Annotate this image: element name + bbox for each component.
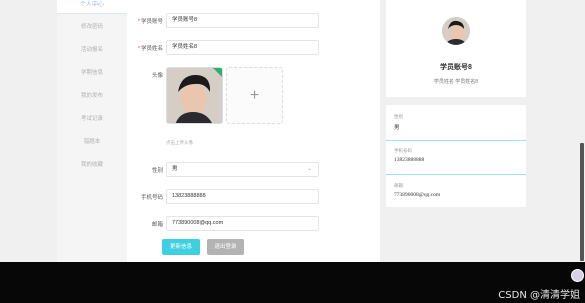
tray-icon[interactable]: [571, 269, 584, 282]
email-label: 邮箱: [151, 222, 163, 228]
info-phone-value: 13823888888: [394, 157, 425, 163]
profile-subtitle: 学员姓名 学员姓名8: [433, 79, 479, 85]
account-label: *学员账号: [137, 19, 163, 25]
gender-value: 男: [172, 166, 178, 172]
avatar-label: 头像: [151, 73, 163, 79]
avatar-photo: [442, 17, 470, 45]
page: 个人中心 修改密码 活动报名 学期信息 我的发布 考试记录 错题本 我的收藏 *…: [0, 0, 585, 262]
gender-label: 性别: [151, 168, 163, 174]
name-input[interactable]: 学员姓名8: [166, 40, 319, 55]
profile-name: 学员账号8: [440, 64, 472, 71]
upload-tip: 点击上传头像: [166, 140, 193, 145]
avatar-image[interactable]: [166, 67, 223, 124]
phone-input[interactable]: 13823888888: [166, 189, 319, 204]
profile-info-card: 性别 男 手机号码 13823888888 邮箱 773890008@qq.co…: [386, 105, 526, 207]
sidebar-item-my-favorites[interactable]: 我的收藏: [57, 160, 127, 168]
sidebar-item-wrong-questions[interactable]: 错题本: [57, 137, 127, 145]
info-email-value: 773890008@qq.com: [394, 192, 441, 198]
info-gender-label: 性别: [394, 114, 403, 119]
required-mark: *: [137, 19, 140, 25]
update-info-button[interactable]: 更新信息: [162, 239, 200, 255]
chevron-down-icon: ⌄: [306, 166, 312, 172]
email-input[interactable]: 773890008@qq.com: [166, 216, 319, 231]
sidebar-item-my-posts[interactable]: 我的发布: [57, 91, 127, 99]
info-phone: 手机号码 13823888888: [386, 148, 526, 163]
required-mark: *: [137, 46, 140, 52]
watermark: CSDN @清清学姐: [498, 290, 580, 301]
profile-card: 学员账号8 学员姓名 学员姓名8: [386, 0, 526, 97]
info-gender: 性别 男: [386, 114, 526, 131]
sidebar-item-personal-center[interactable]: 个人中心: [57, 0, 127, 14]
account-input[interactable]: 学员账号8: [166, 13, 319, 28]
profile-avatar: [442, 17, 470, 45]
divider: [386, 174, 526, 175]
phone-label: 手机号码: [140, 195, 163, 201]
info-gender-value: 男: [394, 125, 400, 131]
plus-icon: +: [249, 86, 260, 104]
name-label: *学员姓名: [137, 46, 163, 52]
sidebar: 个人中心 修改密码 活动报名 学期信息 我的发布 考试记录 错题本 我的收藏: [57, 0, 127, 262]
sidebar-item-activity-signup[interactable]: 活动报名: [57, 45, 127, 53]
sidebar-item-exam-records[interactable]: 考试记录: [57, 114, 127, 122]
sidebar-item-semester-info[interactable]: 学期信息: [57, 68, 127, 76]
info-email: 邮箱 773890008@qq.com: [386, 183, 526, 198]
gender-select[interactable]: 男 ⌄: [166, 162, 319, 177]
scrollbar[interactable]: [580, 143, 584, 261]
upload-avatar-button[interactable]: +: [226, 67, 283, 124]
logout-button[interactable]: 退出登录: [207, 239, 244, 255]
info-email-label: 邮箱: [394, 183, 403, 188]
info-phone-label: 手机号码: [394, 148, 412, 153]
avatar-photo: [167, 68, 222, 123]
taskbar: CSDN @清清学姐: [0, 262, 585, 303]
sidebar-item-change-password[interactable]: 修改密码: [57, 22, 127, 30]
divider: [386, 140, 526, 141]
